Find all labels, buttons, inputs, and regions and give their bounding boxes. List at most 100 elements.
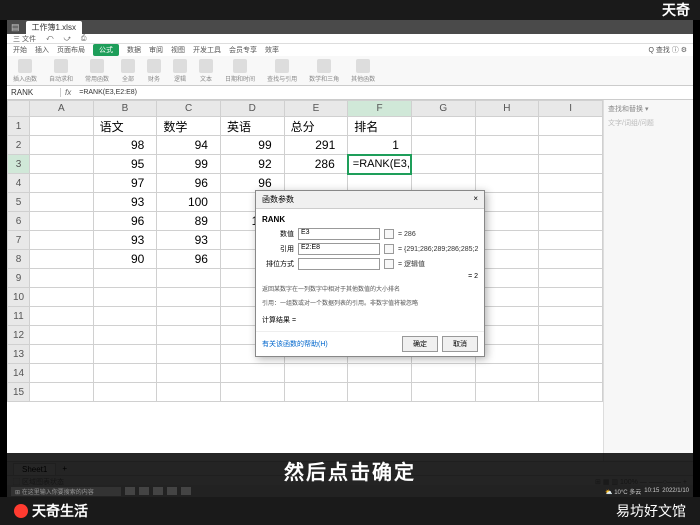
cell[interactable]: [539, 269, 603, 288]
taskbar-app-icon[interactable]: [139, 487, 149, 495]
row-header[interactable]: 13: [8, 345, 30, 364]
cell[interactable]: 90: [93, 250, 157, 269]
taskbar-app-icon[interactable]: [167, 487, 177, 495]
cell[interactable]: [30, 212, 94, 231]
name-box[interactable]: RANK: [7, 88, 61, 97]
cell[interactable]: [157, 269, 221, 288]
ribbon-other[interactable]: 其他函数: [351, 59, 375, 83]
tab-home[interactable]: 开始: [13, 45, 27, 55]
cell[interactable]: [93, 269, 157, 288]
cell[interactable]: [30, 174, 94, 193]
row-header[interactable]: 1: [8, 117, 30, 136]
taskbar-app-icon[interactable]: [181, 487, 191, 495]
document-tab[interactable]: 工作簿1.xlsx: [26, 21, 82, 34]
cell[interactable]: [539, 212, 603, 231]
sidepanel-title[interactable]: 查找和替换 ▾: [608, 104, 689, 114]
tab-member[interactable]: 会员专享: [229, 45, 257, 55]
cell[interactable]: [93, 326, 157, 345]
cell[interactable]: 数学: [157, 117, 221, 136]
cell[interactable]: [539, 174, 603, 193]
tab-layout[interactable]: 页面布局: [57, 45, 85, 55]
undo-icon[interactable]: ⤺: [46, 35, 53, 43]
cell[interactable]: [93, 345, 157, 364]
cell[interactable]: [157, 383, 221, 402]
cell[interactable]: [93, 383, 157, 402]
cell[interactable]: 93: [93, 193, 157, 212]
col-header[interactable]: H: [475, 101, 539, 117]
range-picker-icon[interactable]: [384, 229, 394, 239]
dialog-close-icon[interactable]: ×: [473, 194, 478, 205]
range-picker-icon[interactable]: [384, 259, 394, 269]
redo-icon[interactable]: ⤻: [63, 35, 70, 43]
cell[interactable]: [539, 155, 603, 174]
cell[interactable]: [93, 364, 157, 383]
cell[interactable]: [475, 383, 539, 402]
cell[interactable]: 291: [284, 136, 348, 155]
cell[interactable]: [93, 307, 157, 326]
row-header[interactable]: 6: [8, 212, 30, 231]
cell[interactable]: [220, 364, 284, 383]
cell[interactable]: 语文: [93, 117, 157, 136]
row-header[interactable]: 11: [8, 307, 30, 326]
col-header[interactable]: C: [157, 101, 221, 117]
cell[interactable]: [539, 345, 603, 364]
ribbon-math[interactable]: 数学和三角: [309, 59, 339, 83]
cell[interactable]: 总分: [284, 117, 348, 136]
ribbon-insert-fn[interactable]: 插入函数: [13, 59, 37, 83]
cell[interactable]: [411, 364, 475, 383]
cell[interactable]: 1: [348, 136, 412, 155]
cell[interactable]: [411, 155, 475, 174]
cell[interactable]: [30, 345, 94, 364]
ribbon-text[interactable]: 文本: [199, 59, 213, 83]
cell[interactable]: [157, 364, 221, 383]
ribbon-recent[interactable]: 常用函数: [85, 59, 109, 83]
cell[interactable]: [475, 364, 539, 383]
row-header[interactable]: 12: [8, 326, 30, 345]
col-header[interactable]: E: [284, 101, 348, 117]
cell[interactable]: 286: [284, 155, 348, 174]
row-header[interactable]: 2: [8, 136, 30, 155]
row-header[interactable]: 8: [8, 250, 30, 269]
cell[interactable]: [30, 326, 94, 345]
col-header[interactable]: F: [348, 101, 412, 117]
row-header[interactable]: 3: [8, 155, 30, 174]
tab-eff[interactable]: 效率: [265, 45, 279, 55]
cell[interactable]: [539, 383, 603, 402]
cell[interactable]: [539, 307, 603, 326]
fx-icon[interactable]: fx: [61, 88, 75, 97]
row-header[interactable]: 15: [8, 383, 30, 402]
row-header[interactable]: 10: [8, 288, 30, 307]
cell[interactable]: 89: [157, 212, 221, 231]
cell[interactable]: [539, 117, 603, 136]
cell[interactable]: [30, 117, 94, 136]
cell[interactable]: 96: [157, 174, 221, 193]
col-header[interactable]: I: [539, 101, 603, 117]
cell[interactable]: [539, 136, 603, 155]
cell[interactable]: 99: [220, 136, 284, 155]
ribbon-logic[interactable]: 逻辑: [173, 59, 187, 83]
cell[interactable]: [348, 383, 412, 402]
row-header[interactable]: 7: [8, 231, 30, 250]
col-header[interactable]: B: [93, 101, 157, 117]
arg-input-ref[interactable]: E2:E8: [298, 243, 380, 255]
cell[interactable]: [539, 250, 603, 269]
ribbon-fin[interactable]: 财务: [147, 59, 161, 83]
row-header[interactable]: 4: [8, 174, 30, 193]
cell[interactable]: [30, 155, 94, 174]
ok-button[interactable]: 确定: [402, 336, 438, 352]
col-header[interactable]: A: [30, 101, 94, 117]
cell[interactable]: 99: [157, 155, 221, 174]
row-header[interactable]: 5: [8, 193, 30, 212]
cell[interactable]: [539, 326, 603, 345]
cell[interactable]: 英语: [220, 117, 284, 136]
cell[interactable]: [284, 364, 348, 383]
cell[interactable]: [411, 136, 475, 155]
cell[interactable]: [30, 307, 94, 326]
cell[interactable]: =RANK(E3,E2:E8): [348, 155, 412, 174]
ribbon-right[interactable]: Q 查找 ⓘ ⚙: [648, 45, 687, 55]
cell[interactable]: 排名: [348, 117, 412, 136]
row-header[interactable]: 9: [8, 269, 30, 288]
ribbon-lookup[interactable]: 查找与引用: [267, 59, 297, 83]
tab-dev[interactable]: 开发工具: [193, 45, 221, 55]
cell[interactable]: [220, 383, 284, 402]
